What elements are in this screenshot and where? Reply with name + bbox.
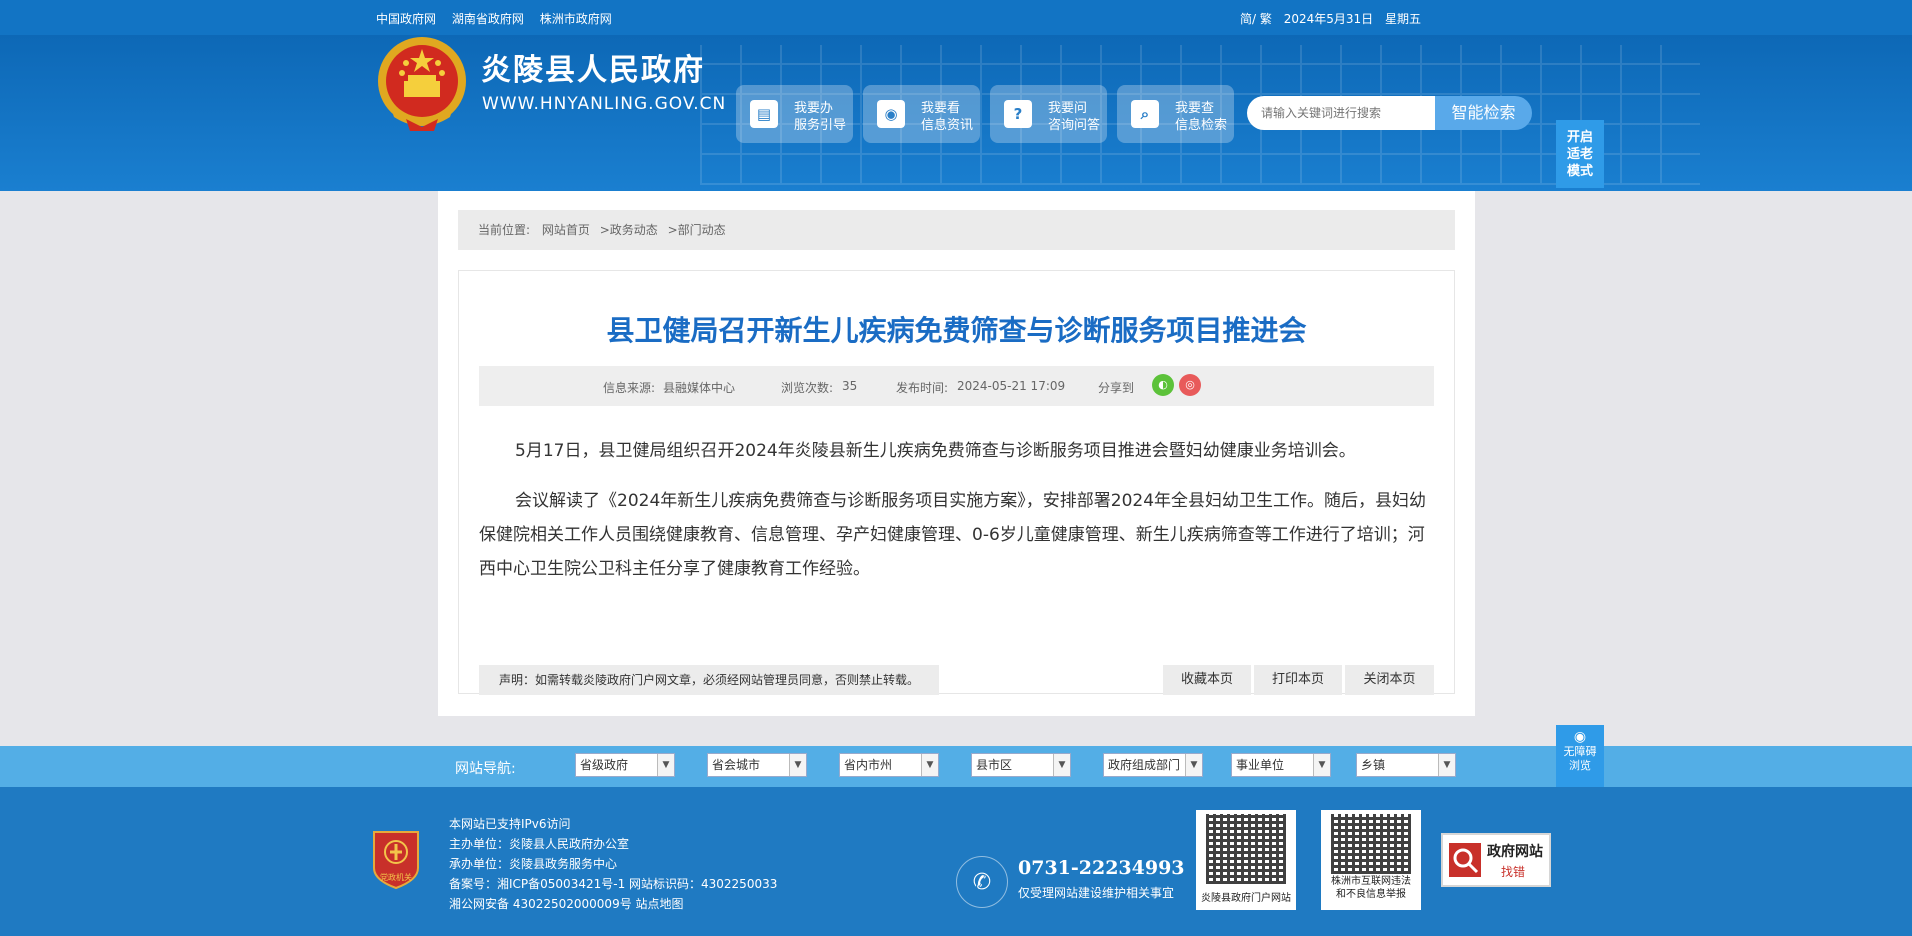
police-record[interactable]: 湘公网安备 43022502000009号 站点地图 [449, 895, 684, 912]
weibo-share-icon[interactable]: ◎ [1179, 374, 1201, 396]
national-emblem-icon [378, 37, 466, 131]
site-nav-bar [0, 746, 1912, 787]
chevron-down-icon: ▼ [789, 754, 806, 776]
top-bar: 中国政府网 湖南省政府网 株洲市政府网 简/ 繁 2024年5月31日 星期五 [0, 0, 1912, 35]
question-icon: ? [1004, 100, 1032, 128]
service-handle-button[interactable]: ▤ 我要办 服务引导 [736, 85, 853, 143]
breadcrumb-home[interactable]: 网站首页 [542, 223, 590, 237]
site-name: 炎陵县人民政府 [481, 53, 705, 88]
select-value: 省会城市 [712, 758, 761, 772]
bookmark-page-button[interactable]: 收藏本页 [1163, 665, 1251, 695]
accessibility-label-2: 浏览 [1569, 759, 1591, 772]
qr-caption-line2: 和不良信息举报 [1336, 889, 1406, 900]
source-label: 信息来源: [603, 381, 656, 395]
organizer-unit: 承办单位：炎陵县政务服务中心 [449, 857, 618, 871]
service-search-button[interactable]: ⌕ 我要查 信息检索 [1117, 85, 1234, 143]
link-zhuzhou-gov[interactable]: 株洲市政府网 [540, 12, 612, 26]
article-title: 县卫健局召开新生儿疾病免费筛查与诊断服务项目推进会 [606, 314, 1307, 347]
select-value: 省级政府 [580, 758, 629, 772]
time-value: 2024-05-21 17:09 [957, 379, 1066, 393]
error-report-title: 政府网站 [1487, 844, 1543, 860]
breadcrumb-gov-news[interactable]: >政务动态 [600, 223, 658, 237]
language-switch[interactable]: 简/ 繁 [1240, 12, 1272, 26]
wechat-share-icon[interactable]: ◐ [1152, 374, 1174, 396]
time-label: 发布时间: [896, 381, 949, 395]
link-china-gov[interactable]: 中国政府网 [376, 12, 436, 26]
icp-record[interactable]: 备案号：湘ICP备05003421号-1 网站标识码：4302250033 [449, 875, 777, 892]
breadcrumb-prefix: 当前位置: [478, 223, 531, 237]
ipv6-note: 本网站已支持IPv6访问 [449, 817, 571, 831]
chevron-down-icon: ▼ [1313, 754, 1330, 776]
service-ask-subtitle: 咨询问答 [1048, 118, 1101, 133]
views-value: 35 [842, 379, 858, 393]
error-report-subtitle: 找错 [1501, 865, 1526, 879]
document-icon: ▤ [750, 100, 778, 128]
party-gov-badge-icon: 党政机关 [373, 831, 419, 890]
share-label: 分享到 [1098, 381, 1135, 395]
select-province-cities[interactable]: 省内市州 ▼ [839, 753, 939, 777]
views-label: 浏览次数: [781, 381, 834, 395]
select-value: 省内市州 [844, 758, 893, 772]
service-search-subtitle: 信息检索 [1175, 118, 1228, 133]
article-meta: 信息来源: 县融媒体中心 浏览次数: 35 发布时间: 2024-05-21 1… [479, 366, 1434, 406]
current-date: 2024年5月31日 [1283, 12, 1374, 26]
select-value: 乡镇 [1361, 758, 1386, 772]
chevron-down-icon: ▼ [921, 754, 938, 776]
chevron-down-icon: ▼ [1185, 754, 1202, 776]
select-towns[interactable]: 乡镇 ▼ [1356, 753, 1456, 777]
select-capital-cities[interactable]: 省会城市 ▼ [707, 753, 807, 777]
phone-note: 仅受理网站建设维护相关事宜 [1018, 886, 1175, 900]
gov-links: 中国政府网 湖南省政府网 株洲市政府网 [376, 10, 624, 27]
select-public-institutions[interactable]: 事业单位 ▼ [1231, 753, 1331, 777]
portal-qr-code: 炎陵县政府门户网站 [1196, 810, 1296, 910]
select-counties[interactable]: 县市区 ▼ [971, 753, 1071, 777]
article-paragraph: 5月17日，县卫健局组织召开2024年炎陵县新生儿疾病免费筛查与诊断服务项目推进… [515, 441, 1356, 461]
article-paragraph: 会议解读了《2024年新生儿疾病免费筛查与诊断服务项目实施方案》，安排部署202… [479, 491, 1427, 579]
accessibility-label-1: 无障碍 [1563, 745, 1597, 758]
service-ask-button[interactable]: ? 我要问 咨询问答 [990, 85, 1107, 143]
link-hunan-gov[interactable]: 湖南省政府网 [452, 12, 524, 26]
select-value: 县市区 [976, 758, 1013, 772]
breadcrumb: 当前位置: 网站首页 >政务动态 >部门动态 [458, 210, 1455, 250]
contact-phone: 0731-22234993 [1018, 857, 1185, 879]
breadcrumb-dept-news[interactable]: >部门动态 [668, 223, 726, 237]
party-badge-text: 党政机关 [380, 872, 412, 882]
select-value: 事业单位 [1236, 758, 1285, 772]
site-footer [0, 787, 1912, 936]
eye-icon: ◉ [877, 100, 905, 128]
qr-code-icon [1331, 814, 1411, 874]
source-value: 县融媒体中心 [663, 381, 736, 395]
site-url: WWW.HNYANLING.GOV.CN [482, 94, 727, 114]
select-gov-departments[interactable]: 政府组成部门 ▼ [1103, 753, 1203, 777]
chevron-down-icon: ▼ [1438, 754, 1455, 776]
qr-code-icon [1206, 814, 1286, 884]
phone-icon: ✆ [956, 856, 1008, 908]
print-page-button[interactable]: 打印本页 [1254, 665, 1342, 695]
close-page-button[interactable]: 关闭本页 [1345, 665, 1434, 695]
copyright-notice: 声明：如需转载炎陵政府门户网文章，必须经网站管理员同意，否则禁止转载。 [479, 665, 939, 695]
report-qr-code[interactable]: 株洲市互联网违法 和不良信息举报 [1321, 810, 1421, 910]
qr-caption: 炎陵县政府门户网站 [1201, 893, 1291, 904]
elder-mode-button[interactable]: 开启适老模式 [1556, 120, 1604, 188]
select-value: 政府组成部门 [1108, 758, 1181, 772]
sponsor-unit: 主办单位：炎陵县人民政府办公室 [449, 837, 630, 851]
chevron-down-icon: ▼ [1053, 754, 1070, 776]
qr-caption-line1: 株洲市互联网违法 [1331, 876, 1411, 887]
smart-search-button[interactable]: 智能检索 [1435, 96, 1532, 130]
gov-site-error-report-button[interactable]: 政府网站 找错 [1441, 833, 1551, 887]
magnifier-icon [1449, 843, 1481, 877]
service-handle-subtitle: 服务引导 [794, 118, 847, 133]
search-icon: ⌕ [1131, 100, 1159, 128]
eye-icon: ◉ [1573, 729, 1587, 745]
select-provincial-gov[interactable]: 省级政府 ▼ [575, 753, 675, 777]
site-nav-label: 网站导航: [455, 761, 516, 777]
accessibility-button[interactable]: ◉ 无障碍 浏览 [1556, 725, 1604, 787]
search-input[interactable] [1247, 96, 1435, 130]
chevron-down-icon: ▼ [657, 754, 674, 776]
service-view-subtitle: 信息资讯 [921, 118, 974, 133]
current-weekday: 星期五 [1384, 12, 1421, 26]
service-view-button[interactable]: ◉ 我要看 信息资讯 [863, 85, 980, 143]
elder-mode-label: 开启适老模式 [1566, 130, 1593, 179]
